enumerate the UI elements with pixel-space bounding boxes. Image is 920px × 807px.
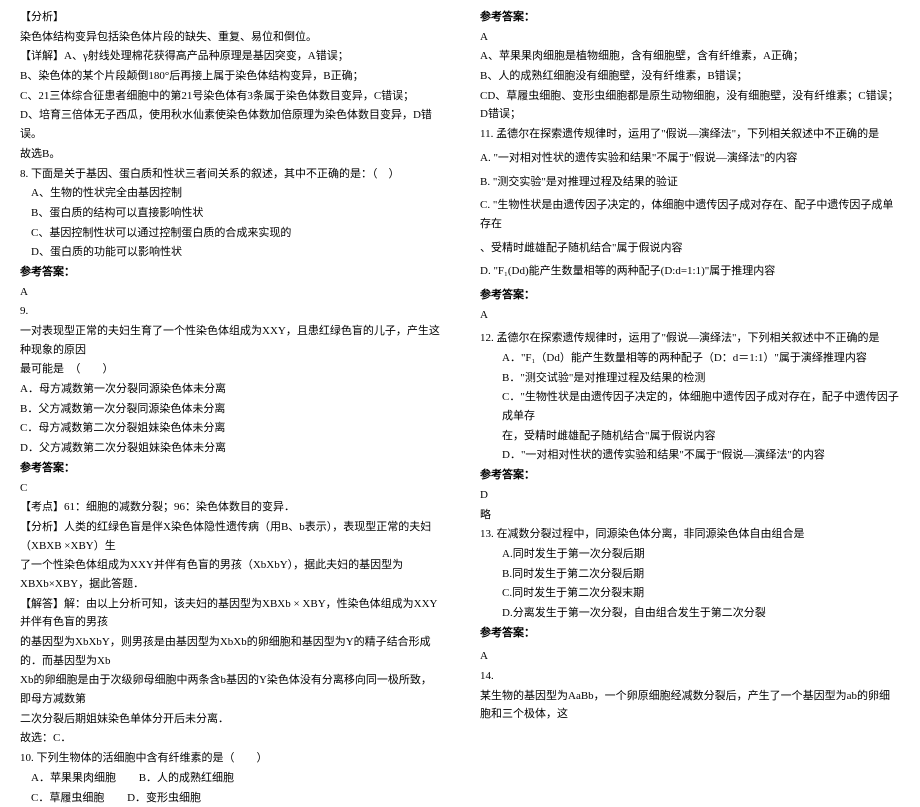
- q11-c1: C. "生物性状是由遗传因子决定的，体细胞中遗传因子成对存在、配子中遗传因子成单…: [480, 196, 900, 233]
- opt-c: C、21三体综合征患者细胞中的第21号染色体有3条属于染色体数目变异，C错误；: [20, 87, 440, 106]
- opt-b: B、染色体的某个片段颠倒180°后再接上属于染色体结构变异，B正确；: [20, 67, 440, 86]
- q9-jieda-3: Xb的卵细胞是由于次级卵母细胞中两条含b基因的Y染色体没有分离移向同一极所致，即…: [20, 671, 440, 708]
- analysis-title: 【分析】: [20, 8, 440, 27]
- q9-jieda-1: 【解答】解：由以上分析可知，该夫妇的基因型为XBXb × XBY，性染色体组成为…: [20, 595, 440, 632]
- q8-b: B、蛋白质的结构可以直接影响性状: [20, 204, 440, 223]
- q12-d: D．"一对相对性状的遗传实验和结果"不属于"假说—演绎法"的内容: [480, 446, 900, 465]
- q11-answer: A: [480, 306, 900, 325]
- analysis-text: 染色体结构变异包括染色体片段的缺失、重复、易位和倒位。: [20, 28, 440, 47]
- q9-stem-1: 一对表现型正常的夫妇生育了一个性染色体组成为XXY，且患红绿色盲的儿子，产生这种…: [20, 322, 440, 359]
- opt-d: D、培育三倍体无子西瓜，使用秋水仙素使染色体数加倍原理为染色体数目变异，D错误。: [20, 106, 440, 143]
- q11-b: B. "测交实验"是对推理过程及结果的验证: [480, 173, 900, 192]
- q12-c2: 在，受精时雌雄配子随机结合"属于假说内容: [480, 427, 900, 446]
- q11-stem: 11. 孟德尔在探索遗传规律时，运用了"假说—演绎法"，下列相关叙述中不正确的是: [480, 125, 900, 144]
- q10-exp-a: A、苹果果肉细胞是植物细胞，含有细胞壁，含有纤维素，A正确；: [480, 47, 900, 66]
- q13-b: B.同时发生于第二次分裂后期: [480, 565, 900, 584]
- q10-a: A．苹果果肉细胞: [20, 769, 116, 788]
- q14-num: 14.: [480, 667, 900, 686]
- q10-row2: C．草履虫细胞 D．变形虫细胞: [20, 789, 440, 807]
- q12-c1: C．"生物性状是由遗传因子决定的，体细胞中遗传因子成对存在，配子中遗传因子成单存: [480, 388, 900, 425]
- q10-exp-b: B、人的成熟红细胞没有细胞壁，没有纤维素，B错误；: [480, 67, 900, 86]
- ref-answer-label-10: 参考答案：: [480, 8, 900, 27]
- q12-lue: 略: [480, 506, 900, 525]
- q9-guxuan: 故选：C．: [20, 729, 440, 748]
- q9-a: A．母方减数第一次分裂同源染色体未分离: [20, 380, 440, 399]
- q13-stem: 13. 在减数分裂过程中，同源染色体分离，非同源染色体自由组合是: [480, 525, 900, 544]
- ref-answer-label-11: 参考答案：: [480, 286, 900, 305]
- q8-d: D、蛋白质的功能可以影响性状: [20, 243, 440, 262]
- q10-exp-cd: CD、草履虫细胞、变形虫细胞都是原生动物细胞，没有细胞壁，没有纤维素；C错误；D…: [480, 87, 900, 124]
- left-column: 【分析】 染色体结构变异包括染色体片段的缺失、重复、易位和倒位。 【详解】A、γ…: [0, 0, 460, 651]
- q11-d: D. "F₁(Dd)能产生数量相等的两种配子(D:d=1:1)"属于推理内容: [480, 262, 900, 281]
- q9-num: 9.: [20, 302, 440, 321]
- q10-stem: 10. 下列生物体的活细胞中含有纤维素的是（ ）: [20, 749, 440, 768]
- q12-b: B．"测交试验"是对推理过程及结果的检测: [480, 369, 900, 388]
- q13-answer: A: [480, 647, 900, 666]
- q9-kaodian: 【考点】61：细胞的减数分裂；96：染色体数目的变异．: [20, 498, 440, 517]
- q9-jieda-4: 二次分裂后期姐妹染色单体分开后未分离．: [20, 710, 440, 729]
- q14-stem: 某生物的基因型为AaBb，一个卵原细胞经减数分裂后，产生了一个基因型为ab的卵细…: [480, 687, 900, 724]
- q9-b: B．父方减数第一次分裂同源染色体未分离: [20, 400, 440, 419]
- ref-answer-label-13: 参考答案：: [480, 624, 900, 643]
- q9-jieda-2: 的基因型为XbXbY，则男孩是由基因型为XbXb的卵细胞和基因型为Y的精子结合形…: [20, 633, 440, 670]
- q9-fenxi-1: 【分析】人类的红绿色盲是伴X染色体隐性遗传病（用B、b表示），表现型正常的夫妇（…: [20, 518, 440, 555]
- q13-c: C.同时发生于第二次分裂末期: [480, 584, 900, 603]
- detail-title: 【详解】A、γ射线处理棉花获得高产品种原理是基因突变，A错误；: [20, 47, 440, 66]
- q9-fenxi-2: 了一个性染色体组成为XXY并伴有色盲的男孩（XbXbY），据此夫妇的基因型为XB…: [20, 556, 440, 593]
- q9-answer: C: [20, 479, 440, 498]
- q12-answer: D: [480, 486, 900, 505]
- ref-answer-label-12: 参考答案：: [480, 466, 900, 485]
- q11-a: A. "一对相对性状的遗传实验和结果"不属于"假说—演绎法"的内容: [480, 149, 900, 168]
- q12-a: A．"F₁（Dd）能产生数量相等的两种配子（D：d＝1:1）"属于演绎推理内容: [480, 349, 900, 368]
- q9-stem-2: 最可能是 （ ）: [20, 360, 440, 379]
- q11-c2: 、受精时雌雄配子随机结合"属于假说内容: [480, 239, 900, 258]
- q10-c: C．草履虫细胞: [20, 789, 104, 807]
- q13-a: A.同时发生于第一次分裂后期: [480, 545, 900, 564]
- q10-b: B．人的成熟红细胞: [139, 769, 234, 788]
- ref-answer-label-9: 参考答案：: [20, 459, 440, 478]
- ref-answer-label-8: 参考答案：: [20, 263, 440, 282]
- q12-stem: 12. 孟德尔在探索遗传规律时，运用了"假说—演绎法"，下列相关叙述中不正确的是: [480, 329, 900, 348]
- q8-answer: A: [20, 283, 440, 302]
- q9-c: C．母方减数第二次分裂姐妹染色体未分离: [20, 419, 440, 438]
- q13-d: D.分离发生于第一次分裂，自由组合发生于第二次分裂: [480, 604, 900, 623]
- q10-row1: A．苹果果肉细胞 B．人的成熟红细胞: [20, 769, 440, 788]
- page-container: 【分析】 染色体结构变异包括染色体片段的缺失、重复、易位和倒位。 【详解】A、γ…: [0, 0, 920, 651]
- gxb: 故选B。: [20, 145, 440, 164]
- right-column: 参考答案： A A、苹果果肉细胞是植物细胞，含有细胞壁，含有纤维素，A正确； B…: [460, 0, 920, 651]
- q8-c: C、基因控制性状可以通过控制蛋白质的合成来实现的: [20, 224, 440, 243]
- q9-d: D．父方减数第二次分裂姐妹染色体未分离: [20, 439, 440, 458]
- q10-d: D．变形虫细胞: [127, 789, 201, 807]
- q10-answer: A: [480, 28, 900, 47]
- q8-a: A、生物的性状完全由基因控制: [20, 184, 440, 203]
- q8-stem: 8. 下面是关于基因、蛋白质和性状三者间关系的叙述，其中不正确的是：（ ）: [20, 165, 440, 184]
